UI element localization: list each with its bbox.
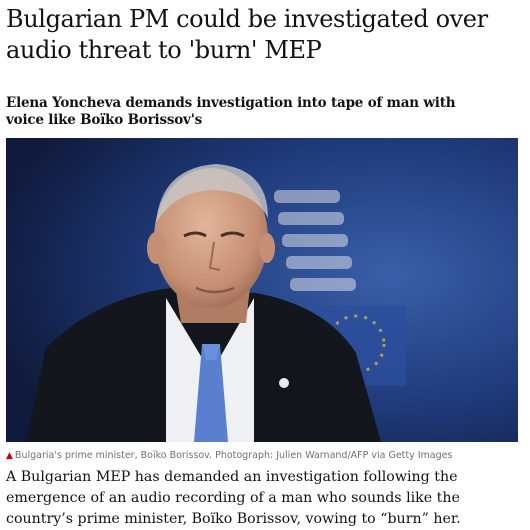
article-photo[interactable] [6,138,518,442]
photo-caption: ▲ Bulgaria's prime minister, Boïko Boriss… [6,449,521,463]
photo-illustration [6,138,518,442]
article-headline: Bulgarian PM could be investigated over … [6,5,488,64]
article-page: Bulgarian PM could be investigated over … [0,0,530,527]
article-standfirst: Elena Yoncheva demands investigation int… [6,95,456,128]
caption-triangle-icon: ▲ [6,451,13,461]
article-body-paragraph: A Bulgarian MEP has demanded an investig… [6,469,461,527]
caption-text: Bulgaria's prime minister, Boïko Borisso… [14,450,453,461]
